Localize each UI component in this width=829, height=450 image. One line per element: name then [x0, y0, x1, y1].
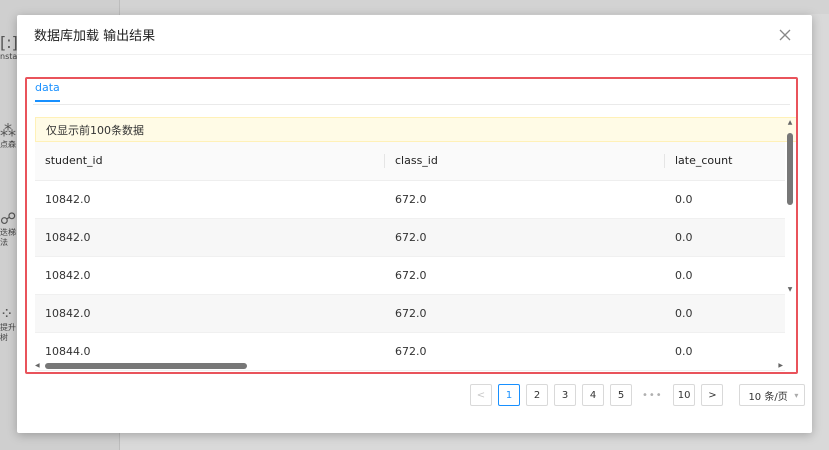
table-cell: 10842.0 — [35, 294, 385, 333]
modal-title: 数据库加载 输出结果 — [34, 29, 156, 44]
scroll-up-arrow-icon[interactable]: ▲ — [786, 119, 794, 127]
table-cell: 672.0 — [385, 294, 665, 333]
scroll-down-arrow-icon[interactable]: ▼ — [786, 286, 794, 294]
table-cell: 10842.0 — [35, 218, 385, 257]
jump-next-ellipsis[interactable]: ••• — [638, 384, 667, 406]
result-panel: data 仅显示前100条数据 student_id class_id late… — [25, 77, 798, 374]
output-result-modal: 数据库加载 输出结果 data 仅显示前100条数据 student_id cl… — [17, 15, 812, 433]
prev-page-button[interactable]: < — [470, 384, 492, 406]
page-size-value: 10 条/页 — [748, 391, 788, 403]
horizontal-scroll-thumb[interactable] — [45, 363, 247, 369]
vertical-scrollbar[interactable]: ▲ ▼ — [786, 119, 794, 294]
tab-bar: data — [33, 79, 790, 105]
table-row: 10842.0 672.0 0.0 — [35, 180, 785, 219]
table-cell: 0.0 — [665, 180, 785, 219]
table-cell: 672.0 — [385, 256, 665, 295]
table-row: 10842.0 672.0 0.0 — [35, 256, 785, 295]
vertical-scroll-thumb[interactable] — [787, 133, 793, 205]
background-topbar — [120, 0, 829, 14]
table-cell: 0.0 — [665, 218, 785, 257]
column-header-late-count[interactable]: late_count — [665, 142, 785, 181]
column-header-student-id[interactable]: student_id — [35, 142, 385, 181]
scroll-left-arrow-icon[interactable]: ◀ — [35, 362, 40, 370]
table-row: 10842.0 672.0 0.0 — [35, 218, 785, 257]
page-button-1[interactable]: 1 — [498, 384, 520, 406]
data-table: student_id class_id late_count 10842.0 6… — [35, 142, 785, 371]
page-button-2[interactable]: 2 — [526, 384, 548, 406]
modal-header: 数据库加载 输出结果 — [17, 15, 812, 55]
horizontal-scrollbar[interactable]: ◀ ▶ — [35, 361, 783, 371]
table-cell: 10842.0 — [35, 256, 385, 295]
table-cell: 0.0 — [665, 256, 785, 295]
data-table-container[interactable]: student_id class_id late_count 10842.0 6… — [35, 142, 796, 372]
table-cell: 672.0 — [385, 180, 665, 219]
page-button-3[interactable]: 3 — [554, 384, 576, 406]
page-button-10[interactable]: 10 — [672, 384, 696, 406]
next-page-button[interactable]: > — [701, 384, 724, 406]
page-size-select[interactable]: 10 条/页 ▾ — [739, 384, 806, 406]
table-cell: 10842.0 — [35, 180, 385, 219]
pagination: < 1 2 3 4 5 ••• 10 > 10 条/页 ▾ — [470, 383, 806, 407]
tab-data[interactable]: data — [35, 81, 60, 102]
table-cell: 0.0 — [665, 294, 785, 333]
preview-limit-notice: 仅显示前100条数据 — [35, 117, 796, 142]
notice-text: 仅显示前100条数据 — [46, 123, 144, 137]
close-icon[interactable] — [775, 25, 795, 45]
close-icon-glyph — [779, 29, 791, 40]
page-button-4[interactable]: 4 — [582, 384, 604, 406]
chevron-down-icon: ▾ — [794, 390, 799, 400]
page-button-5[interactable]: 5 — [610, 384, 632, 406]
column-header-class-id[interactable]: class_id — [385, 142, 665, 181]
scroll-right-arrow-icon[interactable]: ▶ — [778, 362, 783, 370]
table-cell: 672.0 — [385, 218, 665, 257]
table-header-row: student_id class_id late_count — [35, 142, 785, 181]
table-row: 10842.0 672.0 0.0 — [35, 294, 785, 333]
